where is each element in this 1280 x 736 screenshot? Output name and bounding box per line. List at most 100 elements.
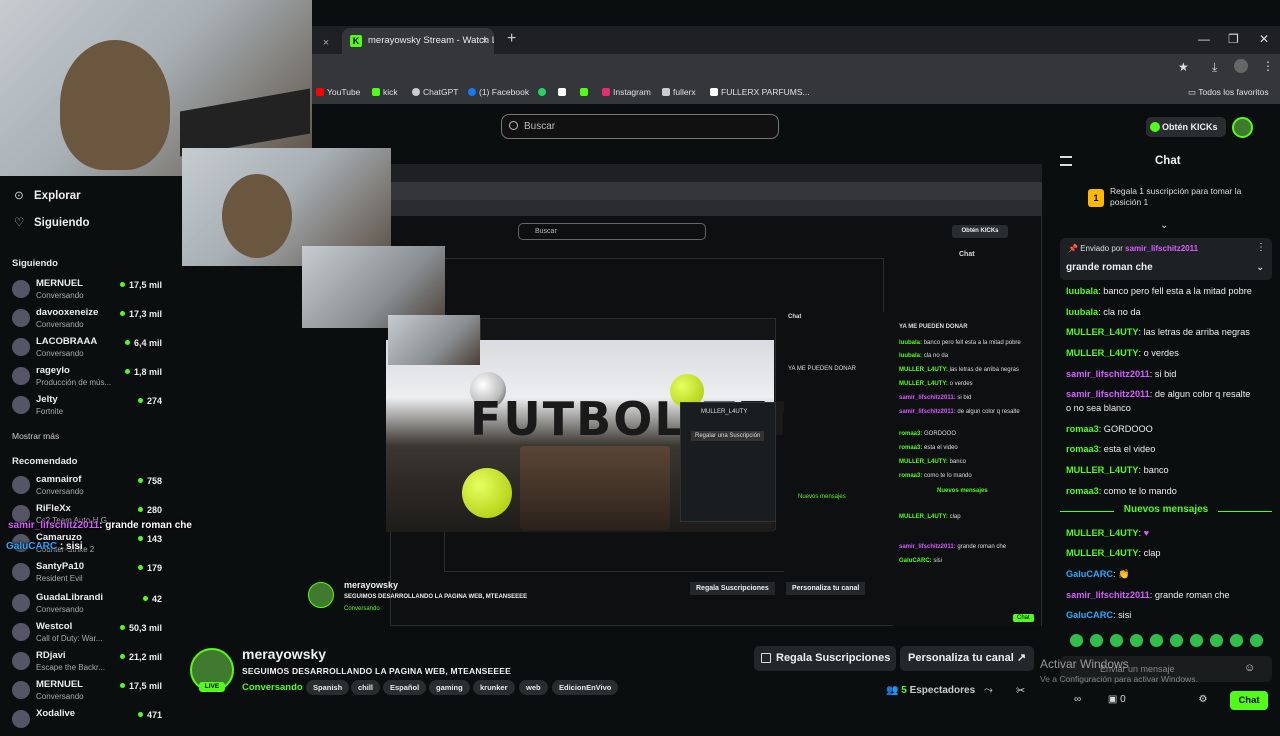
clip-icon[interactable]: ✂: [1016, 684, 1025, 697]
nested-tab-bar: [390, 164, 1042, 182]
pinned-message-text: grande roman che: [1066, 262, 1153, 273]
gift-leaderboard-banner[interactable]: 1 Regala 1 suscripción para tomar la posi…: [1086, 186, 1266, 214]
channel-item[interactable]: Xodalive 471: [12, 708, 162, 736]
minimize-button[interactable]: —: [1198, 32, 1210, 46]
streamer-name[interactable]: merayowsky: [242, 646, 326, 662]
bookmark-chatgpt[interactable]: ChatGPT: [412, 87, 458, 97]
emote-icon[interactable]: [1130, 634, 1143, 647]
nested-user-card: MULLER_L4UTY Regalar una Suscripción: [680, 402, 776, 522]
viewer-count: 👥 5 Espectadores: [886, 685, 976, 696]
collapse-chat-icon[interactable]: [1060, 156, 1072, 166]
tag[interactable]: Español: [383, 680, 427, 695]
customize-channel-button[interactable]: Personaliza tu canal ↗: [900, 646, 1034, 671]
close-window-button[interactable]: ✕: [1259, 32, 1269, 46]
avatar: [12, 396, 30, 414]
maximize-button[interactable]: ❐: [1228, 32, 1239, 46]
send-chat-button[interactable]: Chat: [1230, 691, 1268, 710]
stream-category[interactable]: Conversando: [242, 682, 303, 693]
avatar: [12, 594, 30, 612]
infinity-icon[interactable]: ∞: [1074, 694, 1081, 705]
channel-item[interactable]: rageylo Producción de mús... 1,8 mil: [12, 365, 162, 393]
tiktok-icon[interactable]: [558, 87, 569, 97]
emote-icon[interactable]: [1070, 634, 1083, 647]
stream-title: SEGUIMOS DESARROLLANDO LA PAGINA WEB, MT…: [242, 666, 512, 676]
avatar: [12, 280, 30, 298]
more-options-icon[interactable]: ⋮: [1256, 242, 1266, 253]
new-messages-divider: Nuevos mensajes: [1060, 504, 1272, 518]
bookmark-kick[interactable]: kick: [372, 87, 398, 97]
menu-icon[interactable]: ⋮: [1262, 59, 1274, 73]
compass-icon: ⊙: [14, 190, 24, 202]
profile-avatar[interactable]: [1234, 59, 1248, 73]
emote-icon[interactable]: [1190, 634, 1203, 647]
emoji-icon[interactable]: ☺: [1244, 662, 1255, 674]
show-more-link[interactable]: Mostrar más: [12, 431, 59, 441]
bookmark-fullerx[interactable]: fullerx: [662, 87, 696, 97]
chevron-down-icon[interactable]: ⌄: [1256, 262, 1264, 273]
gift-subscriptions-button[interactable]: Regala Suscripciones: [754, 646, 896, 671]
channel-item[interactable]: davooxeneize Conversando 17,3 mil: [12, 307, 162, 335]
channel-item[interactable]: Jelty Fortnite 274: [12, 394, 162, 422]
webcam-overlay-nested: [388, 315, 480, 365]
kick-bookmark-icon[interactable]: [580, 87, 591, 97]
tag[interactable]: krunker: [473, 680, 515, 695]
close-tab-icon[interactable]: ×: [482, 28, 488, 54]
channel-item[interactable]: camnairof Conversando 758: [12, 474, 162, 502]
nav-following[interactable]: ♡ Siguiendo: [14, 215, 90, 229]
chat-message: MULLER_L4UTY: ♥: [1066, 528, 1150, 538]
streamer-head: [60, 40, 170, 170]
bookmark-instagram[interactable]: Instagram: [602, 87, 651, 97]
bookmark-facebook[interactable]: (1) Facebook: [468, 87, 529, 97]
chat-message: luubala: banco pero fell esta a la mitad…: [1066, 286, 1252, 296]
star-icon[interactable]: ★: [1178, 60, 1189, 74]
emote-icon[interactable]: [1210, 634, 1223, 647]
previous-tab-close[interactable]: ×: [312, 32, 340, 54]
tag[interactable]: web: [519, 680, 548, 695]
tag[interactable]: Spanish: [306, 680, 350, 695]
nested-avatar: [308, 582, 334, 608]
channel-item[interactable]: MERNUEL Conversando 17,5 mil: [12, 679, 162, 707]
kicks-icon[interactable]: ▣: [1108, 694, 1117, 705]
active-tab[interactable]: K merayowsky Stream - Watch Li ×: [342, 28, 494, 54]
emote-icon[interactable]: [1230, 634, 1243, 647]
all-bookmarks[interactable]: ▭ Todos los favoritos: [1188, 87, 1269, 98]
nav-explore[interactable]: ⊙ Explorar: [14, 188, 81, 202]
channel-item[interactable]: GuadaLibrandi Conversando 42: [12, 592, 162, 620]
emote-icon[interactable]: [1090, 634, 1103, 647]
chat-message: GaluCARC: 👏: [1066, 569, 1130, 579]
channel-item[interactable]: SantyPa10 Resident Evil 179: [12, 561, 162, 589]
chat-message: samir_lifschitz2011: grande roman che: [1066, 590, 1230, 600]
kick-favicon-icon: K: [350, 35, 362, 47]
channel-item[interactable]: LACOBRAAA Conversando 6,4 mil: [12, 336, 162, 364]
tennis-ball-graphic: [462, 468, 512, 518]
video-thumbnail: [520, 446, 670, 530]
bookmark-fullerx-parfums[interactable]: FULLERX PARFUMS...: [710, 87, 810, 97]
emote-icon[interactable]: [1110, 634, 1123, 647]
get-kicks-button[interactable]: Obtén KICKs: [1146, 117, 1226, 137]
search-input[interactable]: Buscar: [501, 114, 779, 139]
pin-icon: 📌: [1068, 244, 1078, 253]
share-icon[interactable]: ⤳: [984, 684, 993, 697]
emote-icon[interactable]: [1250, 634, 1263, 647]
gear-icon[interactable]: ⚙: [1199, 694, 1208, 705]
channel-item[interactable]: MERNUEL Conversando 17,5 mil: [12, 278, 162, 306]
tag[interactable]: chill: [351, 680, 381, 695]
new-tab-button[interactable]: +: [507, 30, 516, 48]
heart-icon: ♡: [14, 217, 25, 229]
bookmark-youtube[interactable]: YouTube: [316, 87, 360, 97]
whatsapp-icon[interactable]: [538, 87, 549, 97]
nested-kicks-button: Obtén KICKs: [952, 225, 1008, 238]
channel-item[interactable]: Westcol Call of Duty: War... 50,3 mil: [12, 621, 162, 649]
chat-message: MULLER_L4UTY: banco: [1066, 465, 1169, 475]
clap-emote-icon: 👏: [1118, 569, 1130, 579]
emote-icon[interactable]: [1170, 634, 1183, 647]
address-bar: ★ ⤓ ⋮: [312, 54, 1280, 82]
tag[interactable]: EdicionEnVivo: [552, 680, 619, 695]
avatar: [12, 309, 30, 327]
channel-item[interactable]: RDjavi Escape the Backr... 21,2 mil: [12, 650, 162, 678]
user-avatar[interactable]: [1232, 117, 1253, 138]
tag[interactable]: gaming: [429, 680, 470, 695]
chevron-down-icon[interactable]: ⌄: [1160, 220, 1168, 231]
emote-icon[interactable]: [1150, 634, 1163, 647]
download-icon[interactable]: ⤓: [1212, 60, 1217, 75]
